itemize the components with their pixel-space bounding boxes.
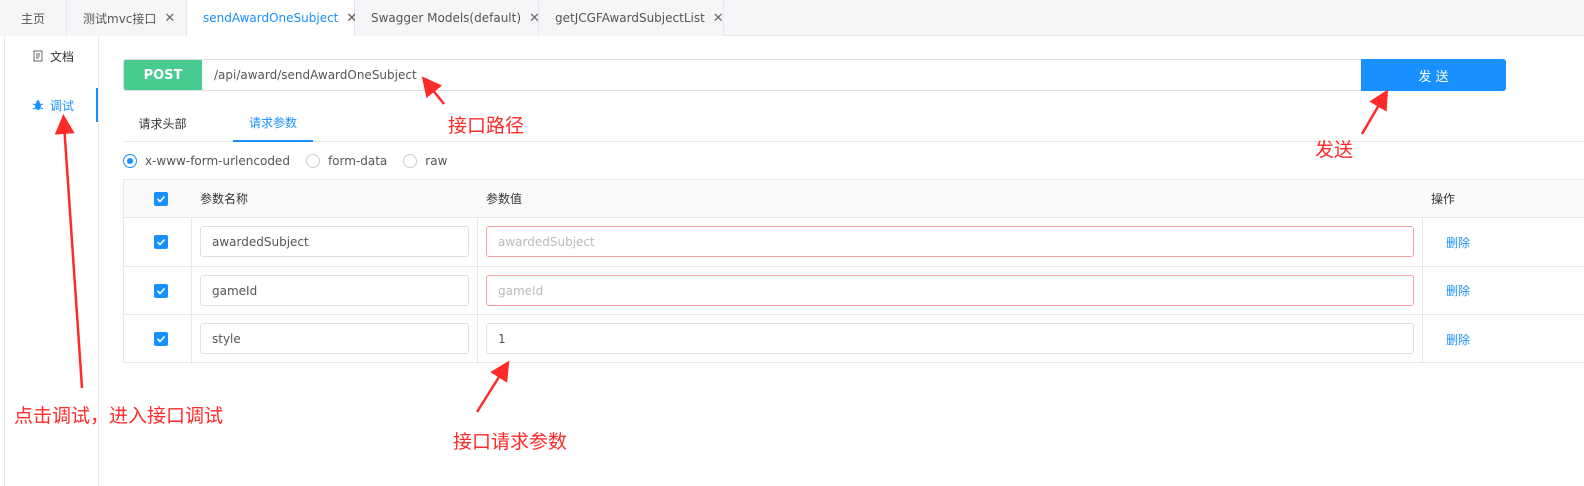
- row-checkbox[interactable]: [154, 283, 168, 298]
- annotation-debug: 点击调试，进入接口调试: [14, 405, 224, 427]
- sidebar-item-label: 调试: [50, 98, 75, 113]
- header-param-value: 参数值: [486, 192, 523, 206]
- check-icon: [156, 195, 166, 203]
- tab-get-jcgf-award-subject-list[interactable]: getJCGFAwardSubjectList ✕: [539, 0, 724, 36]
- tab-request-headers[interactable]: 请求头部: [123, 104, 202, 142]
- tab-swagger-models[interactable]: Swagger Models(default) ✕: [355, 0, 540, 36]
- check-icon: [156, 335, 166, 343]
- param-name-input[interactable]: style: [200, 323, 469, 354]
- header-action: 操作: [1431, 192, 1456, 206]
- bug-icon: [32, 99, 44, 111]
- check-icon: [156, 287, 166, 295]
- delete-button[interactable]: 删除: [1446, 234, 1470, 251]
- table-row: awardedSubject awardedSubject 删除: [124, 218, 1584, 267]
- radio-label: form-data: [327, 154, 388, 168]
- body-type-radios: x-www-form-urlencoded form-data raw: [123, 151, 463, 171]
- tab-request-params[interactable]: 请求参数: [233, 104, 313, 142]
- delete-button[interactable]: 删除: [1446, 282, 1470, 299]
- radio-circle: [305, 154, 320, 168]
- param-value-input[interactable]: 1: [486, 323, 1414, 354]
- tab-send-award-one-subject[interactable]: sendAwardOneSubject ✕: [187, 0, 357, 37]
- document-icon: [32, 50, 44, 62]
- params-table: 参数名称 参数值 操作 awardedSubject awardedSubjec…: [123, 179, 1584, 364]
- radio-label: x-www-form-urlencoded: [145, 154, 290, 168]
- table-row: gameId gameId 删除: [124, 267, 1584, 315]
- radio-form-data[interactable]: form-data: [305, 154, 388, 168]
- sidebar-item-label: 文档: [50, 49, 75, 64]
- annotation-send: 发送: [1315, 139, 1354, 161]
- request-bar: POST /api/award/sendAwardOneSubject 发 送: [123, 59, 1506, 91]
- annotation-params: 接口请求参数: [453, 431, 568, 453]
- tab-label: getJCGFAwardSubjectList: [555, 11, 705, 25]
- tab-label: 主页: [20, 11, 45, 26]
- row-action-cell: 删除: [1446, 218, 1470, 266]
- row-checkbox[interactable]: [154, 332, 168, 346]
- check-icon: [156, 238, 166, 246]
- header-param-name: 参数名称: [200, 192, 249, 206]
- sidebar-item-debug[interactable]: 调试: [0, 88, 98, 122]
- tab-bar: 主页 测试mvc接口 ✕ sendAwardOneSubject ✕ Swagg…: [0, 0, 1584, 37]
- select-all-checkbox[interactable]: [154, 191, 168, 206]
- close-icon[interactable]: ✕: [713, 11, 724, 26]
- request-subtabs: 请求头部 请求参数: [123, 104, 1584, 142]
- tab-label: sendAwardOneSubject: [203, 11, 339, 25]
- param-value-input[interactable]: gameId: [486, 275, 1414, 306]
- radio-circle: [123, 154, 137, 168]
- radio-x-www-form-urlencoded[interactable]: x-www-form-urlencoded: [123, 154, 290, 168]
- annotation-url-path: 接口路径: [448, 115, 525, 137]
- row-checkbox-cell: [154, 267, 168, 314]
- radio-raw[interactable]: raw: [403, 154, 447, 168]
- tab-label: Swagger Models(default): [371, 11, 522, 25]
- method-badge[interactable]: POST: [124, 60, 202, 90]
- row-checkbox-cell: [154, 218, 168, 266]
- table-header-row: 参数名称 参数值 操作: [124, 180, 1584, 218]
- select-all-cell: [154, 180, 168, 217]
- row-checkbox-cell: [154, 315, 168, 363]
- radio-label: raw: [425, 154, 448, 168]
- radio-circle: [403, 154, 418, 168]
- param-name-input[interactable]: gameId: [200, 275, 469, 306]
- tab-home[interactable]: 主页: [0, 0, 67, 36]
- url-input[interactable]: /api/award/sendAwardOneSubject: [202, 60, 1361, 90]
- arrow-params: [475, 360, 510, 413]
- row-checkbox[interactable]: [154, 235, 168, 249]
- param-name-input[interactable]: awardedSubject: [200, 226, 469, 257]
- row-action-cell: 删除: [1446, 315, 1470, 363]
- close-icon[interactable]: ✕: [164, 11, 175, 26]
- param-value-input[interactable]: awardedSubject: [486, 226, 1414, 257]
- send-button[interactable]: 发 送: [1361, 59, 1506, 91]
- sidebar-item-docs[interactable]: 文档: [0, 39, 98, 73]
- tab-mvc-test[interactable]: 测试mvc接口 ✕: [67, 0, 187, 36]
- row-action-cell: 删除: [1446, 267, 1470, 314]
- tab-label: 测试mvc接口: [83, 11, 157, 26]
- table-row: style 1 删除: [124, 315, 1584, 363]
- delete-button[interactable]: 删除: [1446, 331, 1470, 348]
